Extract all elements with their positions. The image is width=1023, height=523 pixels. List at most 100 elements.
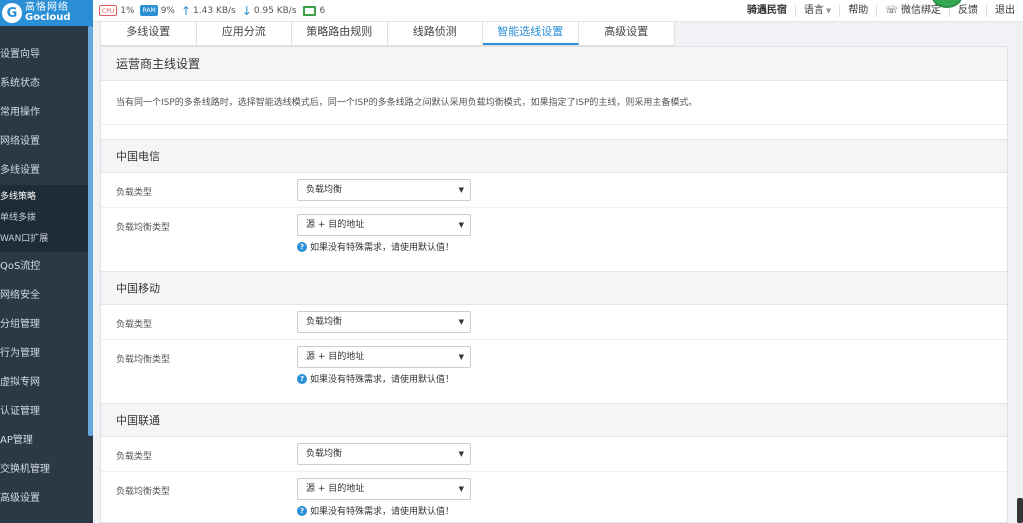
sidebar-item-network-security[interactable]: 网络安全 <box>0 281 93 310</box>
balance-type-label: 负载均衡类型 <box>116 487 171 497</box>
load-type-select-mobile[interactable]: 负载均衡 ▼ <box>297 311 471 333</box>
load-type-select-telecom[interactable]: 负载均衡 ▼ <box>297 179 471 201</box>
sidebar-item-switch-management[interactable]: 交换机管理 <box>0 455 93 484</box>
hint-text: ? 如果没有特殊需求，请使用默认值！ <box>297 372 471 385</box>
tab-bar: 多线设置 应用分流 策略路由规则 线路侦测 智能选线设置 高级设置 <box>100 22 675 46</box>
upload-stat: ↑ 1.43 KB/s <box>181 4 236 18</box>
upload-arrow-icon: ↑ <box>180 3 192 18</box>
wechat-icon: ☏ <box>885 4 901 16</box>
dropdown-arrow-icon: ▼ <box>458 186 464 194</box>
balance-type-row: 负载均衡类型 源 + 目的地址 ▼ ? 如果没有特殊需求，请使用默认值！ <box>101 208 1007 259</box>
sidebar-item-network-settings[interactable]: 网络设置 <box>0 127 93 156</box>
sidebar-item-qos[interactable]: QoS流控 <box>0 252 93 281</box>
select-value: 源 + 目的地址 <box>306 220 365 230</box>
sidebar-item-vpn[interactable]: 虚拟专网 <box>0 368 93 397</box>
dropdown-arrow-icon: ▼ <box>458 485 464 493</box>
ram-stat: RAM 9% <box>140 5 175 16</box>
brand-logo[interactable]: G 高恪网络 Gocloud <box>0 0 93 26</box>
isp-title-mobile: 中国移动 <box>101 271 1007 305</box>
question-icon: ? <box>297 241 307 252</box>
sidebar-item-advanced-settings[interactable]: 高级设置 <box>0 484 93 513</box>
ram-value: 9% <box>160 5 175 16</box>
balance-type-label: 负载均衡类型 <box>116 355 171 365</box>
question-icon: ? <box>297 373 307 384</box>
select-value: 源 + 目的地址 <box>306 484 365 494</box>
main-panel: 运营商主线设置 当有同一个ISP的多条线路时，选择智能选线模式后，同一个ISP的… <box>100 46 1008 523</box>
wechat-bind-label: 微信绑定 <box>901 4 941 16</box>
tab-multiline-settings[interactable]: 多线设置 <box>101 22 197 45</box>
help-link[interactable]: 帮助 <box>839 4 876 17</box>
dropdown-arrow-icon: ▼ <box>458 221 464 229</box>
tab-line-detection[interactable]: 线路侦测 <box>388 22 483 45</box>
sidebar-item-ap-management[interactable]: AP管理 <box>0 426 93 455</box>
dropdown-arrow-icon: ▼ <box>458 450 464 458</box>
select-value: 负载均衡 <box>306 449 343 459</box>
load-type-select-unicom[interactable]: 负载均衡 ▼ <box>297 443 471 465</box>
cpu-stat: CPU 1% <box>99 5 134 16</box>
gocloud-logo-icon: G <box>2 3 22 23</box>
balance-type-select-unicom[interactable]: 源 + 目的地址 ▼ <box>297 478 471 500</box>
select-value: 源 + 目的地址 <box>306 352 365 362</box>
sidebar-item-auth-management[interactable]: 认证管理 <box>0 397 93 426</box>
upload-speed: 1.43 KB/s <box>193 5 236 16</box>
brand-name-en: Gocloud <box>25 12 71 23</box>
sidebar-subitem-multiline-policy[interactable]: 多线策略 <box>0 187 93 208</box>
load-type-row: 负载类型 负载均衡 ▼ <box>101 305 1007 340</box>
balance-type-select-mobile[interactable]: 源 + 目的地址 ▼ <box>297 346 471 368</box>
panel-title: 运营商主线设置 <box>101 47 1007 81</box>
tab-smart-line-selection[interactable]: 智能选线设置 <box>483 22 579 45</box>
sidebar-subitem-wan-expand[interactable]: WAN口扩展 <box>0 229 93 250</box>
cpu-icon: CPU <box>99 5 118 16</box>
hint-text: ? 如果没有特殊需求，请使用默认值！ <box>297 240 471 253</box>
select-value: 负载均衡 <box>306 317 343 327</box>
sidebar: G 高恪网络 Gocloud 设置向导 系统状态 常用操作 网络设置 多线设置 … <box>0 0 93 523</box>
question-icon: ? <box>297 505 307 516</box>
load-type-label: 负载类型 <box>116 320 153 330</box>
page-scrollbar-thumb[interactable] <box>1017 498 1023 523</box>
logout-link[interactable]: 退出 <box>986 4 1023 17</box>
monitor-icon <box>302 5 316 16</box>
panel-description: 当有同一个ISP的多条线路时，选择智能选线模式后，同一个ISP的多条线路之间默认… <box>101 81 1007 125</box>
sidebar-item-common-ops[interactable]: 常用操作 <box>0 98 93 127</box>
balance-type-row: 负载均衡类型 源 + 目的地址 ▼ ? 如果没有特殊需求，请使用默认值！ <box>101 472 1007 522</box>
cpu-value: 1% <box>120 5 135 16</box>
sidebar-nav: 设置向导 系统状态 常用操作 网络设置 多线设置 多线策略 单线多拨 WAN口扩… <box>0 40 93 513</box>
select-value: 负载均衡 <box>306 185 343 195</box>
load-type-row: 负载类型 负载均衡 ▼ <box>101 173 1007 208</box>
tab-advanced-settings[interactable]: 高级设置 <box>579 22 675 45</box>
chevron-down-icon: ▼ <box>825 6 832 15</box>
device-count: 6 <box>319 5 326 16</box>
balance-type-select-telecom[interactable]: 源 + 目的地址 ▼ <box>297 214 471 236</box>
sidebar-item-group-management[interactable]: 分组管理 <box>0 310 93 339</box>
language-label: 语言 <box>803 4 824 16</box>
sidebar-item-behavior-management[interactable]: 行为管理 <box>0 339 93 368</box>
device-stat[interactable]: 6 <box>302 5 326 16</box>
hint-text: ? 如果没有特殊需求，请使用默认值！ <box>297 504 471 517</box>
sidebar-submenu: 多线策略 单线多拨 WAN口扩展 <box>0 185 93 252</box>
sidebar-scrollbar[interactable] <box>88 26 93 436</box>
top-right-links: 骑遇民宿 语言 ▼ 帮助 ☏ 微信绑定 反馈 退出 <box>739 0 1023 22</box>
dropdown-arrow-icon: ▼ <box>458 318 464 326</box>
tab-app-split[interactable]: 应用分流 <box>197 22 292 45</box>
isp-title-unicom: 中国联通 <box>101 403 1007 437</box>
load-type-row: 负载类型 负载均衡 ▼ <box>101 437 1007 472</box>
hint-label: 如果没有特殊需求，请使用默认值！ <box>310 507 455 517</box>
balance-type-row: 负载均衡类型 源 + 目的地址 ▼ ? 如果没有特殊需求，请使用默认值！ <box>101 340 1007 391</box>
isp-title-telecom: 中国电信 <box>101 139 1007 173</box>
page-scrollbar-track[interactable] <box>1016 22 1023 523</box>
hint-label: 如果没有特殊需求，请使用默认值！ <box>310 375 455 385</box>
download-stat: ↓ 0.95 KB/s <box>242 4 297 18</box>
hint-label: 如果没有特殊需求，请使用默认值！ <box>310 243 455 253</box>
tab-policy-routing[interactable]: 策略路由规则 <box>292 22 388 45</box>
top-status-bar: CPU 1% RAM 9% ↑ 1.43 KB/s ↓ 0.95 KB/s 6 … <box>93 0 1023 22</box>
download-arrow-icon: ↓ <box>241 3 252 18</box>
sidebar-item-setup-wizard[interactable]: 设置向导 <box>0 40 93 69</box>
sidebar-item-system-status[interactable]: 系统状态 <box>0 69 93 98</box>
load-type-label: 负载类型 <box>116 452 153 462</box>
user-name[interactable]: 骑遇民宿 <box>739 5 795 17</box>
download-speed: 0.95 KB/s <box>253 5 297 16</box>
ram-icon: RAM <box>140 5 158 16</box>
sidebar-item-multiline-settings[interactable]: 多线设置 <box>0 156 93 185</box>
sidebar-subitem-single-line-multidial[interactable]: 单线多拨 <box>0 208 93 229</box>
language-menu[interactable]: 语言 ▼ <box>794 4 839 17</box>
